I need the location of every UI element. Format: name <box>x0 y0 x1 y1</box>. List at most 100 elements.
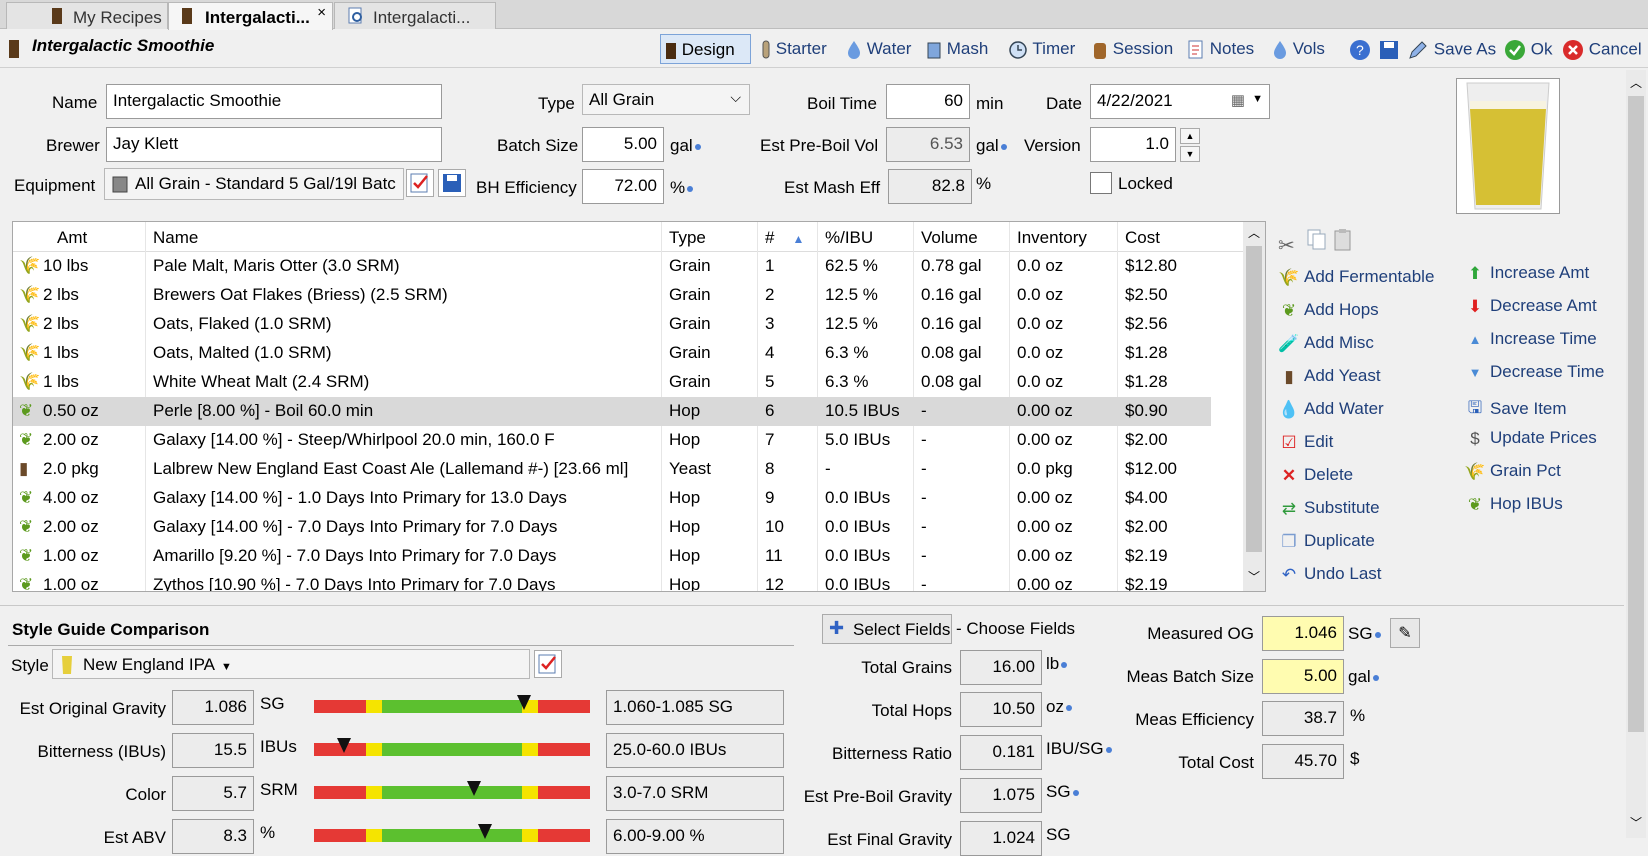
version-down-button[interactable]: ▼ <box>1180 146 1200 162</box>
table-row[interactable]: ❦ 2.00 oz Galaxy [14.00 %] - 7.0 Days Into… <box>13 513 1211 542</box>
column-volume[interactable]: Volume <box>921 228 978 248</box>
batch-size-input[interactable]: 5.00 <box>582 127 664 162</box>
save-as-button[interactable]: Save As <box>1403 34 1500 64</box>
table-row[interactable]: 🌾 2 lbs Oats, Flaked (1.0 SRM) Grain 3 12.5 %… <box>13 310 1211 339</box>
name-input[interactable]: Intergalactic Smoothie <box>106 84 442 119</box>
info-dot-icon[interactable] <box>687 185 694 192</box>
calendar-icon[interactable]: ▦ <box>1231 91 1245 109</box>
grid-scrollbar[interactable]: ︿ ﹀ <box>1243 222 1265 591</box>
ok-button[interactable]: Ok <box>1500 34 1556 64</box>
scroll-down-icon[interactable]: ﹀ <box>1630 814 1642 831</box>
hop-ibus-button[interactable]: ❦ Hop IBUs <box>1464 494 1563 515</box>
version-up-button[interactable]: ▲ <box>1180 128 1200 144</box>
table-row[interactable]: 🌾 1 lbs White Wheat Malt (2.4 SRM) Grain 5 6.… <box>13 368 1211 397</box>
help-button[interactable]: ? <box>1345 34 1375 64</box>
paste-icon[interactable] <box>1332 228 1354 252</box>
table-row[interactable]: ▮ 2.0 pkg Lalbrew New England East Coast A… <box>13 455 1211 484</box>
decrease-amt-button[interactable]: ⬇ Decrease Amt <box>1464 296 1597 317</box>
table-row[interactable]: ❦ 1.00 oz Amarillo [9.20 %] - 7.0 Days Int… <box>13 542 1211 571</box>
column-name[interactable]: Name <box>153 228 198 248</box>
column-ibu[interactable]: %/IBU <box>825 228 873 248</box>
info-dot-icon[interactable] <box>1061 661 1068 668</box>
tab-intergalactic-print[interactable]: Intergalacti... <box>334 2 496 29</box>
info-dot-icon[interactable] <box>694 143 701 150</box>
date-picker[interactable]: 4/22/2021 ▦ ▼ <box>1090 84 1270 119</box>
starter-button[interactable]: Starter <box>757 34 831 64</box>
save-item-button[interactable]: 🖫 Save Item <box>1464 395 1567 424</box>
bh-efficiency-input[interactable]: 72.00 <box>582 169 664 204</box>
meas-batch-size-input[interactable]: 5.00 <box>1262 659 1344 694</box>
notes-button[interactable]: Notes <box>1183 34 1258 64</box>
add-yeast-button[interactable]: ▮ Add Yeast <box>1278 366 1380 387</box>
cancel-button[interactable]: Cancel <box>1558 34 1646 64</box>
scroll-up-icon[interactable]: ︿ <box>1630 74 1642 91</box>
table-row[interactable]: 🌾 2 lbs Brewers Oat Flakes (Briess) (2.5 S… <box>13 281 1211 310</box>
measured-og-input[interactable]: 1.046 <box>1262 616 1344 651</box>
column-cost[interactable]: Cost <box>1125 228 1160 248</box>
scroll-thumb[interactable] <box>1628 96 1644 732</box>
copy-icon[interactable] <box>1306 228 1328 252</box>
mash-button[interactable]: Mash <box>922 34 992 64</box>
close-icon[interactable]: × <box>317 4 326 21</box>
increase-amt-button[interactable]: ⬆ Increase Amt <box>1464 263 1589 284</box>
info-dot-icon[interactable] <box>1374 631 1381 638</box>
column-type[interactable]: Type <box>669 228 706 248</box>
undo-last-button[interactable]: ↶ Undo Last <box>1278 564 1382 585</box>
edit-equipment-button[interactable] <box>406 169 434 197</box>
table-row[interactable]: ❦ 0.50 oz Perle [8.00 %] - Boil 60.0 min Ho… <box>13 397 1211 426</box>
table-row[interactable]: ❦ 2.00 oz Galaxy [14.00 %] - Steep/Whirlpo… <box>13 426 1211 455</box>
locked-checkbox[interactable] <box>1090 172 1112 194</box>
total-hops-value: 10.50 <box>960 692 1042 727</box>
info-dot-icon[interactable] <box>1072 789 1079 796</box>
select-fields-button[interactable]: ✚ Select Fields <box>822 614 952 644</box>
water-button[interactable]: Water <box>842 34 915 64</box>
type-select[interactable]: All Grain ⌵ <box>582 84 750 115</box>
save-button[interactable] <box>1374 34 1404 64</box>
column-amt[interactable]: Amt <box>57 228 87 248</box>
add-fermentable-button[interactable]: 🌾 Add Fermentable <box>1278 267 1434 288</box>
add-misc-button[interactable]: 🧪 Add Misc <box>1278 333 1374 354</box>
table-row[interactable]: 🌾 1 lbs Oats, Malted (1.0 SRM) Grain 4 6.3 % 0… <box>13 339 1211 368</box>
save-equipment-button[interactable] <box>438 169 466 197</box>
info-dot-icon[interactable] <box>1065 704 1072 711</box>
boil-time-input[interactable]: 60 <box>886 84 970 119</box>
info-dot-icon[interactable] <box>1372 674 1379 681</box>
duplicate-button[interactable]: ❐ Duplicate <box>1278 531 1375 552</box>
equipment-select[interactable]: All Grain - Standard 5 Gal/19l Batc <box>104 168 404 200</box>
version-input[interactable]: 1.0 <box>1090 127 1176 162</box>
edit-style-button[interactable] <box>534 650 562 678</box>
add-water-button[interactable]: 💧 Add Water <box>1278 399 1383 420</box>
substitute-button[interactable]: ⇄ Substitute <box>1278 498 1380 519</box>
style-select[interactable]: New England IPA ▼ <box>52 649 530 679</box>
tab-intergalactic-design[interactable]: Intergalacti... × <box>168 2 333 30</box>
edit-button[interactable]: ☑ Edit <box>1278 432 1333 453</box>
tab-my-recipes[interactable]: My Recipes <box>6 2 168 29</box>
increase-time-button[interactable]: ▲ Increase Time <box>1464 329 1597 349</box>
vols-button[interactable]: Vols <box>1268 34 1329 64</box>
cell-inventory: 0.00 oz <box>1017 517 1073 536</box>
decrease-time-button[interactable]: ▼ Decrease Time <box>1464 362 1605 382</box>
chevron-down-icon[interactable]: ▼ <box>1252 93 1263 105</box>
grain-pct-button[interactable]: 🌾 Grain Pct <box>1464 461 1560 482</box>
add-hops-button[interactable]: ❦ Add Hops <box>1278 300 1379 321</box>
info-dot-icon[interactable] <box>1105 746 1112 753</box>
scroll-thumb[interactable] <box>1246 246 1262 552</box>
table-row[interactable]: 🌾 10 lbs Pale Malt, Maris Otter (3.0 SRM) G… <box>13 252 1211 281</box>
cut-icon[interactable]: ✂ <box>1278 235 1295 257</box>
design-button[interactable]: Design <box>660 34 751 64</box>
session-button[interactable]: Session <box>1088 34 1177 64</box>
column-inventory[interactable]: Inventory <box>1017 228 1087 248</box>
scroll-down-icon[interactable]: ﹀ <box>1248 568 1260 585</box>
brewer-input[interactable]: Jay Klett <box>106 127 442 162</box>
update-prices-button[interactable]: $ Update Prices <box>1464 428 1597 449</box>
page-scrollbar[interactable]: ︿ ﹀ <box>1626 70 1646 838</box>
column-number[interactable]: # ▲ <box>765 228 804 248</box>
table-row[interactable]: ❦ 4.00 oz Galaxy [14.00 %] - 1.0 Days Into… <box>13 484 1211 513</box>
scroll-up-icon[interactable]: ︿ <box>1248 224 1260 241</box>
hydrometer-button[interactable]: ✎ <box>1390 618 1420 648</box>
delete-button[interactable]: ✕ Delete <box>1278 465 1353 486</box>
timer-button[interactable]: Timer <box>1004 34 1079 64</box>
info-dot-icon[interactable] <box>1000 143 1007 150</box>
table-row[interactable]: ❦ 1.00 oz Zythos [10.90 %] - 7.0 Days Into… <box>13 571 1211 591</box>
swap-arrows-icon: ⇄ <box>1281 498 1297 518</box>
